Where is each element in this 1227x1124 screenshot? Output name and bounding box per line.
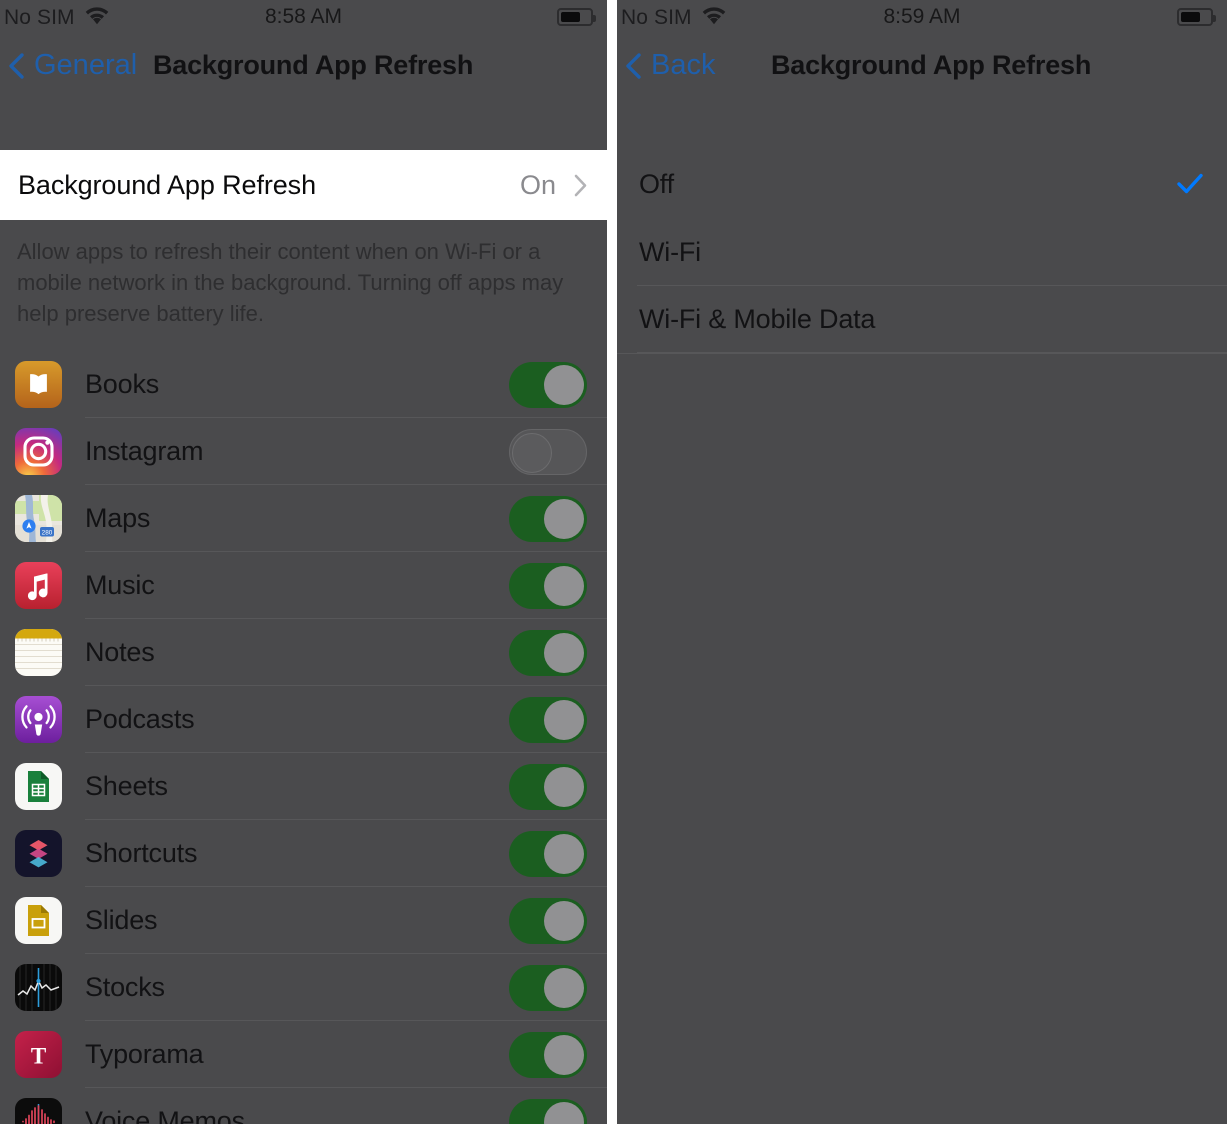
voice-memos-app-icon (15, 1098, 62, 1124)
app-row[interactable]: Voice Memos (0, 1088, 607, 1124)
instagram-app-icon (15, 428, 62, 475)
refresh-option-row[interactable]: Wi-Fi & Mobile Data (617, 286, 1227, 353)
battery-icon (1177, 8, 1216, 26)
section-footer-description: Allow apps to refresh their content when… (0, 220, 607, 351)
nav-spacer (0, 97, 607, 150)
app-refresh-toggle[interactable] (509, 495, 587, 542)
app-row[interactable]: Instagram (0, 418, 607, 485)
status-bar-clock: 8:58 AM (264, 5, 343, 28)
app-row[interactable]: Sheets (0, 753, 607, 820)
app-row[interactable]: T Typorama (0, 1021, 607, 1088)
navigation-bar: General Background App Refresh (0, 34, 607, 97)
app-refresh-toggle[interactable] (509, 1031, 587, 1078)
app-refresh-toggle[interactable] (509, 428, 587, 475)
list-end-separator (617, 353, 1227, 354)
screenshot-root: No SIM 8:58 AM General Background App Re… (0, 0, 1227, 1124)
battery-icon (557, 8, 596, 26)
master-row-label: Background App Refresh (18, 169, 316, 200)
svg-text:T: T (31, 1044, 46, 1069)
app-row-label: Notes (85, 637, 155, 667)
page-title: Background App Refresh (153, 50, 474, 80)
app-refresh-toggle[interactable] (509, 964, 587, 1011)
books-app-icon (15, 361, 62, 408)
toggle-knob (544, 498, 584, 539)
app-list: Books Instagram 280 Maps Music Notes Podcasts S… (0, 351, 607, 1124)
svg-text:280: 280 (42, 529, 53, 536)
app-row[interactable]: Slides (0, 887, 607, 954)
refresh-option-label: Wi-Fi & Mobile Data (639, 304, 876, 334)
app-row-label: Music (85, 570, 155, 600)
app-row-label: Maps (85, 503, 151, 533)
status-bar-clock: 8:59 AM (883, 5, 961, 28)
master-row-value: On (519, 169, 556, 200)
podcasts-app-icon (15, 696, 62, 743)
app-row-label: Stocks (85, 972, 165, 1002)
slides-app-icon (15, 897, 62, 944)
panel-divider-gap (607, 0, 617, 1124)
refresh-option-list: Off Wi-Fi Wi-Fi & Mobile Data (617, 149, 1227, 353)
app-refresh-toggle[interactable] (509, 1098, 587, 1124)
nav-spacer (617, 97, 1227, 149)
app-row[interactable]: Shortcuts (0, 820, 607, 887)
description-text: Allow apps to refresh their content when… (17, 239, 564, 326)
left-phone-panel: No SIM 8:58 AM General Background App Re… (0, 0, 607, 1124)
status-bar: No SIM 8:59 AM (617, 0, 1227, 34)
music-app-icon (15, 562, 62, 609)
refresh-option-label: Wi-Fi (639, 237, 701, 267)
refresh-option-row[interactable]: Wi-Fi (617, 219, 1227, 286)
app-row[interactable]: Podcasts (0, 686, 607, 753)
app-row-label: Instagram (85, 436, 204, 466)
stocks-app-icon (15, 964, 62, 1011)
refresh-option-row[interactable]: Off (617, 149, 1227, 219)
toggle-knob (544, 766, 584, 807)
app-refresh-toggle[interactable] (509, 763, 587, 810)
shortcuts-app-icon (15, 830, 62, 877)
app-row[interactable]: Books (0, 351, 607, 418)
app-refresh-toggle[interactable] (509, 897, 587, 944)
app-row-label: Voice Memos (85, 1106, 245, 1124)
sheets-app-icon (15, 763, 62, 810)
toggle-knob (544, 967, 584, 1008)
toggle-knob (544, 364, 584, 405)
app-row[interactable]: Music (0, 552, 607, 619)
app-refresh-toggle[interactable] (509, 361, 587, 408)
app-refresh-toggle[interactable] (509, 629, 587, 676)
app-row-label: Typorama (85, 1039, 204, 1069)
chevron-right-icon (574, 174, 587, 197)
app-row[interactable]: 280 Maps (0, 485, 607, 552)
refresh-option-label: Off (639, 168, 674, 199)
status-bar: No SIM 8:58 AM (0, 0, 607, 34)
toggle-knob (512, 432, 552, 473)
navigation-bar: Back Background App Refresh (617, 34, 1227, 97)
toggle-knob (544, 1101, 584, 1124)
toggle-knob (544, 699, 584, 740)
page-title: Background App Refresh (771, 50, 1092, 80)
toggle-knob (544, 833, 584, 874)
row-separator (637, 352, 1227, 353)
checkmark-icon (1175, 169, 1205, 199)
app-row-label: Books (85, 369, 160, 399)
app-row[interactable]: Stocks (0, 954, 607, 1021)
app-refresh-toggle[interactable] (509, 696, 587, 743)
toggle-knob (544, 1034, 584, 1075)
app-row-label: Slides (85, 905, 158, 935)
background-app-refresh-master-row[interactable]: Background App Refresh On (0, 150, 607, 220)
app-row-label: Podcasts (85, 704, 195, 734)
right-phone-panel: No SIM 8:59 AM Back Background App Refre… (617, 0, 1227, 1124)
app-row-label: Sheets (85, 771, 168, 801)
app-refresh-toggle[interactable] (509, 562, 587, 609)
typorama-app-icon: T (15, 1031, 62, 1078)
app-row-label: Shortcuts (85, 838, 198, 868)
toggle-knob (544, 900, 584, 941)
toggle-knob (544, 632, 584, 673)
maps-app-icon: 280 (15, 495, 62, 542)
toggle-knob (544, 565, 584, 606)
notes-app-icon (15, 629, 62, 676)
app-row[interactable]: Notes (0, 619, 607, 686)
app-refresh-toggle[interactable] (509, 830, 587, 877)
